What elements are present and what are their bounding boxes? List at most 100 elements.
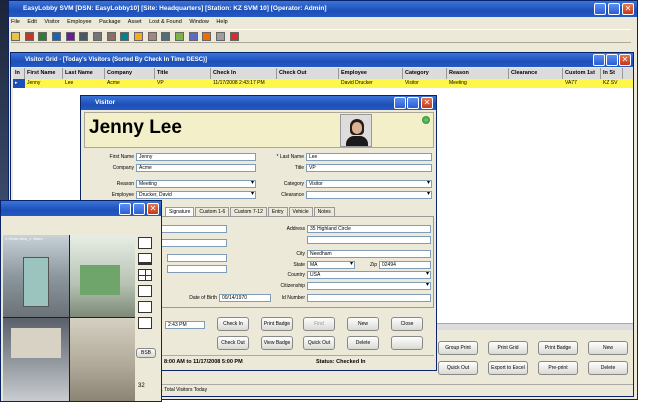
tab-custom-7-12[interactable]: Custom 7-12 [230, 207, 267, 216]
visitor-maximize-button[interactable] [407, 97, 419, 109]
col-header-last-name[interactable]: Last Name [63, 68, 105, 79]
camera-icon[interactable] [79, 31, 89, 41]
main-maximize-button[interactable] [608, 3, 620, 15]
layout-9-icon[interactable] [138, 301, 152, 313]
citizenship-select[interactable] [307, 282, 431, 290]
camera-minimize-button[interactable] [119, 203, 131, 215]
col-header-check-out[interactable]: Check Out [277, 68, 339, 79]
state-select[interactable]: MA [307, 261, 355, 269]
menu-item-edit[interactable]: Edit [27, 19, 36, 25]
badge-icon[interactable] [65, 31, 75, 41]
pre-print-button[interactable]: Pre-print [538, 361, 578, 375]
quick-out-button[interactable]: Quick Out [438, 361, 478, 375]
visitor-minimize-button[interactable] [394, 97, 406, 109]
address-field-2[interactable] [307, 236, 431, 244]
employee-select[interactable]: Drucker, David [136, 191, 256, 199]
camera-close-button[interactable]: ✕ [147, 203, 159, 215]
col-header-in[interactable]: In [13, 68, 25, 79]
menu-item-window[interactable]: Window [189, 19, 209, 25]
left-field-2[interactable] [157, 239, 227, 247]
col-header-st[interactable]: In St [601, 68, 623, 79]
delete-button[interactable]: Delete [588, 361, 628, 375]
delete-visitor-button[interactable]: Delete [347, 336, 379, 350]
split-button[interactable]: BSB [136, 348, 156, 358]
folder-icon[interactable] [11, 31, 20, 41]
lost-found-icon[interactable] [175, 31, 185, 41]
col-header-category[interactable]: Category [403, 68, 447, 79]
address-field[interactable]: 35 Highland Circle [307, 225, 431, 233]
key-icon[interactable] [134, 31, 144, 41]
grid-maximize-button[interactable] [606, 54, 618, 66]
check-out-button[interactable]: Check Out [217, 336, 249, 350]
camera-feed-2[interactable] [70, 235, 135, 317]
check-in-button[interactable]: Check In [217, 317, 249, 331]
layout-16-icon[interactable] [138, 317, 152, 329]
left-field-3[interactable] [167, 254, 227, 262]
menu-item-asset[interactable]: Asset [128, 19, 142, 25]
left-field-1[interactable] [157, 225, 227, 233]
tab-notes[interactable]: Notes [313, 207, 335, 216]
printer-icon[interactable] [93, 31, 103, 41]
menu-item-visitor[interactable]: Visitor [44, 19, 59, 25]
checkin-icon[interactable] [24, 31, 34, 41]
menu-item-help[interactable]: Help [216, 19, 227, 25]
stop-icon[interactable] [229, 31, 239, 41]
title-field[interactable]: VP [306, 164, 432, 172]
print-grid-button[interactable]: Print Grid [488, 341, 528, 355]
reason-select[interactable]: Meeting [136, 180, 256, 188]
col-header-check-in[interactable]: Check In [211, 68, 277, 79]
col-header-employee[interactable]: Employee [339, 68, 403, 79]
camera-feed-3[interactable] [3, 318, 69, 401]
grid-close-button[interactable]: ✕ [619, 54, 631, 66]
asset-icon[interactable] [161, 31, 171, 41]
new-visitor-button[interactable]: New [347, 317, 379, 331]
col-header-title[interactable]: Title [155, 68, 211, 79]
print-badge-button[interactable]: Print Badge [538, 341, 578, 355]
visitor-close-button[interactable]: ✕ [421, 97, 433, 109]
menu-item-package[interactable]: Package [99, 19, 120, 25]
col-header-clearance[interactable]: Clearance [509, 68, 563, 79]
grid-icon[interactable] [106, 31, 116, 41]
employee-icon[interactable] [188, 31, 198, 41]
tab-vehicle[interactable]: Vehicle [288, 207, 313, 216]
main-close-button[interactable]: ✕ [622, 3, 634, 15]
find-button[interactable]: Find [303, 317, 335, 331]
col-header-first-name[interactable]: First Name [25, 68, 63, 79]
country-select[interactable]: USA [307, 271, 431, 279]
people-icon[interactable] [52, 31, 62, 41]
first-name-field[interactable]: Jenny [136, 153, 256, 161]
view-badge-button[interactable]: View Badge [261, 336, 293, 350]
tab-entry[interactable]: Entry [267, 207, 288, 216]
tab-custom-1-6[interactable]: Custom 1-6 [195, 207, 230, 216]
last-name-field[interactable]: Lee [306, 153, 432, 161]
export-excel-button[interactable]: Export to Excel [488, 361, 528, 375]
main-minimize-button[interactable] [594, 3, 606, 15]
city-field[interactable]: Needham [307, 250, 431, 258]
person-icon[interactable] [38, 31, 48, 41]
table-row[interactable]: ▸ Jenny Lee Acme VP 11/17/2008 2:43:17 PM Davi… [13, 79, 633, 88]
camera-maximize-button[interactable] [133, 203, 145, 215]
clearance-select[interactable] [306, 191, 432, 199]
settings-icon[interactable] [216, 31, 226, 41]
report-icon[interactable] [120, 31, 130, 41]
close-button[interactable]: Close [391, 317, 423, 331]
category-select[interactable]: Visitor [306, 180, 432, 188]
print-badge-visitor-button[interactable]: Print Badge [261, 317, 293, 331]
col-header-custom[interactable]: Custom 1st [563, 68, 601, 79]
camera-feed-1[interactable]: 4 Grids view_1 Video [3, 235, 69, 317]
col-header-reason[interactable]: Reason [447, 68, 509, 79]
tab-signature[interactable]: Signature [165, 207, 195, 216]
layout-2-icon[interactable] [138, 253, 152, 265]
left-field-4[interactable] [167, 265, 227, 273]
company-field[interactable]: Acme [136, 164, 256, 172]
quick-out-visitor-button[interactable]: Quick Out [303, 336, 335, 350]
new-button[interactable]: New [588, 341, 628, 355]
dob-field[interactable]: 00/14/1970 [219, 294, 271, 302]
calendar-icon[interactable] [202, 31, 212, 41]
camera-feed-4[interactable] [70, 318, 135, 401]
zip-field[interactable]: 02494 [379, 261, 431, 269]
grid-minimize-button[interactable] [593, 54, 605, 66]
layout-4-icon[interactable] [138, 269, 152, 281]
package-icon[interactable] [147, 31, 157, 41]
menu-item-lost-found[interactable]: Lost & Found [149, 19, 182, 25]
